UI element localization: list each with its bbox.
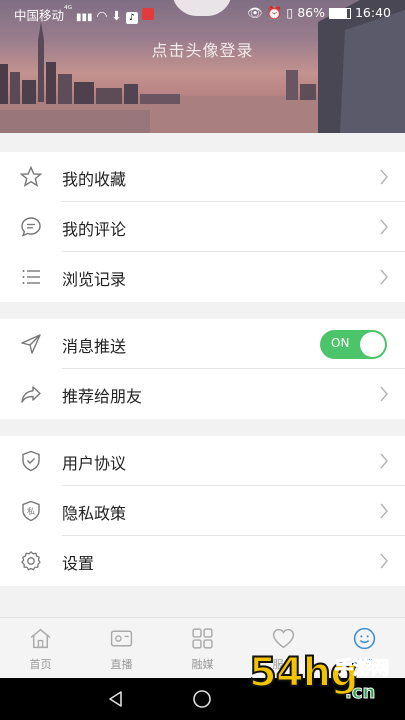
star-icon	[19, 165, 43, 188]
chevron-right-icon	[380, 386, 388, 402]
menu-item-label: 我的评论	[62, 220, 127, 239]
chevron-right-icon	[380, 503, 388, 519]
menu-item-privacy-policy[interactable]: 私 隐私政策	[0, 486, 405, 536]
watermark-subtext: 手游网	[335, 658, 390, 680]
tab-label: 直播	[110, 658, 133, 671]
share-icon	[21, 386, 41, 403]
gear-icon	[21, 551, 41, 571]
chevron-right-icon	[380, 553, 388, 569]
toggle-state-label: ON	[331, 336, 350, 350]
menu-item-label: 用户协议	[62, 454, 127, 473]
home-icon	[30, 628, 51, 649]
login-prompt[interactable]: 点击头像登录	[0, 37, 405, 61]
menu-item-push-notifications: 消息推送 ON	[0, 319, 405, 369]
signal-icon: ▮▮▮	[76, 12, 93, 23]
chevron-right-icon	[380, 169, 388, 185]
tab-home[interactable]: 首页	[0, 618, 81, 679]
chevron-right-icon	[380, 453, 388, 469]
download-icon: ⬇	[111, 8, 122, 23]
menu-item-label: 设置	[62, 554, 95, 573]
send-icon	[21, 334, 41, 354]
menu-item-label: 浏览记录	[62, 270, 127, 289]
video-icon	[110, 630, 133, 647]
eye-icon: 👁	[246, 5, 263, 20]
menu-item-user-agreement[interactable]: 用户协议	[0, 436, 405, 486]
menu-group-sharing: 消息推送 ON 推荐给朋友	[0, 319, 405, 419]
menu-item-label: 消息推送	[62, 337, 127, 356]
tab-label: 融媒	[191, 658, 214, 671]
tab-label: 首页	[29, 658, 52, 671]
wifi-icon: ◠	[96, 8, 108, 23]
chevron-right-icon	[380, 269, 388, 285]
shield-check-icon	[22, 450, 40, 472]
privacy-shield-icon: 私	[22, 500, 40, 522]
chevron-right-icon	[380, 219, 388, 235]
carrier-label: 中国移动	[14, 8, 65, 23]
home-button-icon[interactable]	[192, 689, 212, 709]
battery-percent: 86%	[297, 5, 325, 20]
menu-item-settings[interactable]: 设置	[0, 536, 405, 586]
toggle-knob	[360, 332, 385, 357]
tab-live[interactable]: 直播	[81, 618, 162, 679]
grid-icon	[192, 628, 213, 649]
network-type-label: ⁴ᴳ	[64, 5, 73, 15]
battery-icon	[328, 8, 351, 19]
back-icon[interactable]	[106, 689, 126, 709]
menu-item-recommend-friends[interactable]: 推荐给朋友	[0, 369, 405, 419]
menu-group-content: 我的收藏 我的评论 浏览记录	[0, 152, 405, 302]
clock: 16:40	[354, 5, 391, 20]
push-notification-toggle[interactable]: ON	[320, 330, 387, 359]
menu-item-label: 隐私政策	[62, 504, 127, 523]
vibrate-icon: ▯	[286, 5, 294, 20]
app-notification-icon	[141, 8, 154, 20]
watermark-url: .cn	[344, 682, 376, 704]
menu-item-label: 我的收藏	[62, 170, 127, 189]
menu-group-settings: 用户协议 私 隐私政策 设置	[0, 436, 405, 586]
menu-item-comments[interactable]: 我的评论	[0, 202, 405, 252]
alarm-icon: ⏰	[266, 5, 283, 20]
privacy-icon-text: 私	[27, 507, 35, 516]
menu-item-favorites[interactable]: 我的收藏	[0, 152, 405, 202]
menu-item-history[interactable]: 浏览记录	[0, 252, 405, 302]
tab-media[interactable]: 融媒	[162, 618, 243, 679]
tiktok-icon: ♪	[125, 12, 138, 24]
list-icon	[22, 270, 40, 284]
profile-header: 中国移动⁴ᴳ ▮▮▮ ◠ ⬇ ♪ 👁 ⏰ ▯ 86% 16:40 点击头像登录	[0, 0, 405, 133]
comment-icon	[21, 217, 41, 237]
watermark-logo: 54hg 手游网 .cn	[248, 646, 399, 716]
menu-item-label: 推荐给朋友	[62, 387, 143, 406]
